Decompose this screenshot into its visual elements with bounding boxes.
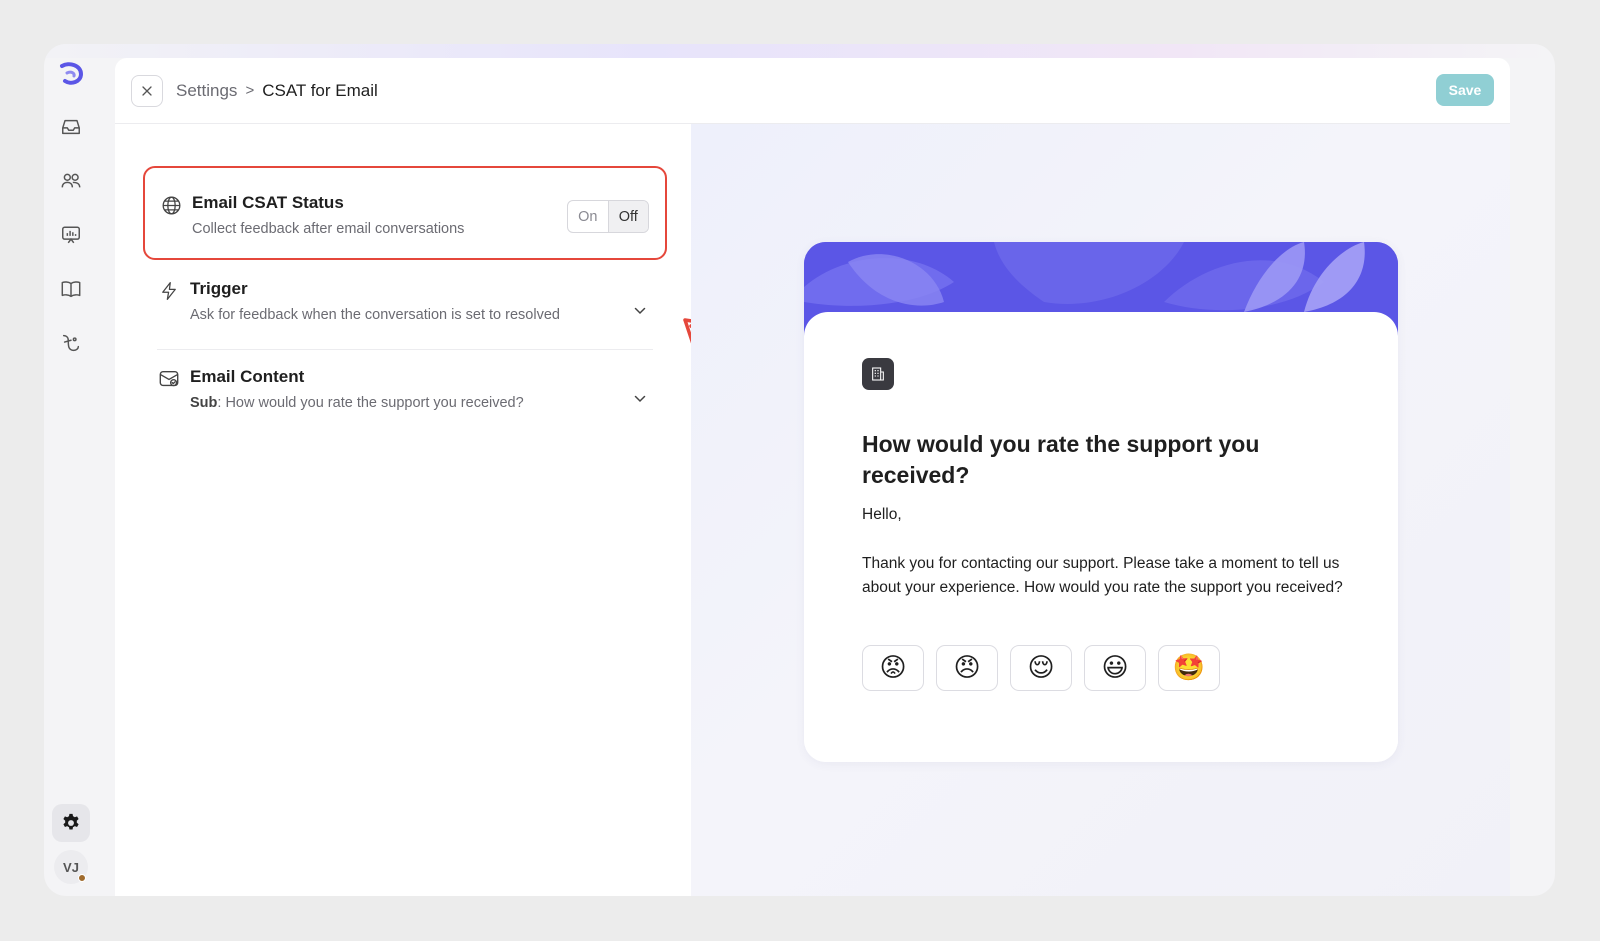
app-logo-icon[interactable] xyxy=(57,60,85,88)
preview-greeting: Hello, xyxy=(862,506,902,523)
lightning-icon xyxy=(157,279,181,303)
subject-text: : How would you rate the support you rec… xyxy=(217,395,524,411)
app-window: VJ Settings > CSAT for Email Save Email … xyxy=(44,44,1555,896)
rating-very-satisfied[interactable]: 🤩 xyxy=(1158,645,1220,691)
close-button[interactable] xyxy=(131,74,163,107)
rating-unsatisfied[interactable]: 😠 xyxy=(936,645,998,691)
chevron-down-icon[interactable] xyxy=(633,304,647,318)
settings-list: Email CSAT Status Collect feedback after… xyxy=(115,124,781,896)
trigger-title: Trigger xyxy=(190,279,248,298)
building-icon xyxy=(862,358,894,390)
inbox-icon[interactable] xyxy=(56,112,86,142)
breadcrumb: Settings > CSAT for Email xyxy=(176,81,378,101)
rating-satisfied[interactable]: 😃 xyxy=(1084,645,1146,691)
rating-options: 😡 😠 😌 😃 🤩 xyxy=(862,645,1220,691)
toggle-off-option[interactable]: Off xyxy=(607,201,648,232)
close-icon xyxy=(142,85,152,96)
sidebar: VJ xyxy=(44,44,98,896)
status-description: Collect feedback after email conversatio… xyxy=(192,221,465,237)
rating-very-unsatisfied[interactable]: 😡 xyxy=(862,645,924,691)
settings-gear-button[interactable] xyxy=(52,804,90,842)
page-title: CSAT for Email xyxy=(262,80,378,100)
top-bar: Settings > CSAT for Email Save xyxy=(115,58,1510,124)
reports-icon[interactable] xyxy=(56,220,86,250)
status-title: Email CSAT Status xyxy=(192,193,344,212)
email-content-title: Email Content xyxy=(190,367,305,386)
email-preview-card: How would you rate the support you recei… xyxy=(804,242,1398,762)
breadcrumb-separator: > xyxy=(245,82,255,99)
rating-neutral[interactable]: 😌 xyxy=(1010,645,1072,691)
chevron-down-icon[interactable] xyxy=(633,392,647,406)
settings-panel: Settings > CSAT for Email Save Email CSA… xyxy=(115,58,1510,896)
status-toggle[interactable]: On Off xyxy=(567,200,649,233)
subject-label: Sub xyxy=(190,395,218,411)
user-avatar[interactable]: VJ xyxy=(54,850,88,884)
trigger-description: Ask for feedback when the conversation i… xyxy=(190,307,560,323)
preview-body: How would you rate the support you recei… xyxy=(804,312,1398,762)
users-icon[interactable] xyxy=(56,166,86,196)
automation-icon[interactable] xyxy=(56,328,86,358)
preview-message: Thank you for contacting our support. Pl… xyxy=(862,555,1343,596)
preview-heading: How would you rate the support you recei… xyxy=(862,431,1260,488)
avatar-initials: VJ xyxy=(63,859,79,875)
email-content-subject: Sub: How would you rate the support you … xyxy=(190,394,524,412)
gear-icon xyxy=(63,813,79,830)
email-csat-status-setting: Email CSAT Status Collect feedback after… xyxy=(143,166,667,260)
globe-icon xyxy=(159,193,183,217)
toggle-on-option[interactable]: On xyxy=(568,201,608,232)
email-preview-area: How would you rate the support you recei… xyxy=(691,124,1510,896)
email-content-icon xyxy=(157,367,181,391)
presence-status-dot xyxy=(78,874,86,882)
knowledge-base-icon[interactable] xyxy=(56,274,86,304)
email-content-setting[interactable]: Email Content Sub: How would you rate th… xyxy=(157,366,653,438)
trigger-setting[interactable]: Trigger Ask for feedback when the conver… xyxy=(157,278,653,350)
save-button[interactable]: Save xyxy=(1436,74,1494,106)
breadcrumb-settings[interactable]: Settings xyxy=(176,81,237,101)
